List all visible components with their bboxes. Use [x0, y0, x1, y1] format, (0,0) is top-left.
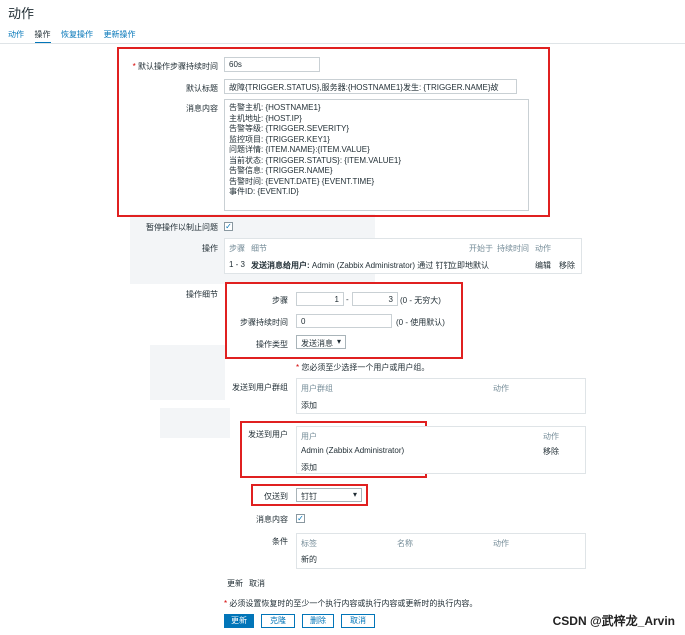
step-duration-hint: (0 - 使用默认) — [396, 318, 445, 327]
tab-action[interactable]: 动作 — [8, 29, 24, 40]
tab-divider — [0, 43, 685, 44]
conditions-table: 标签 名称 动作 新的 — [296, 533, 586, 569]
tab-update-operations[interactable]: 更新操作 — [104, 29, 136, 40]
message-label: 消息内容 — [186, 104, 218, 113]
steps-dash: - — [346, 295, 349, 304]
must-select-note: * 您必须至少选择一个用户或用户组。 — [296, 363, 430, 372]
conditions-new-link[interactable]: 新的 — [301, 554, 317, 565]
clone-button[interactable]: 克隆 — [261, 614, 295, 628]
conditions-header-name: 名称 — [397, 539, 413, 548]
users-add-link[interactable]: 添加 — [301, 462, 317, 473]
op-header-start: 开始于 — [469, 244, 493, 253]
steps-to-input[interactable]: 3 — [352, 292, 398, 306]
tab-bar: 动作 操作 恢复操作 更新操作 — [8, 29, 144, 44]
op-details-label: 操作细节 — [186, 290, 218, 299]
duration-label: * 默认操作步骤持续时间 — [132, 62, 218, 71]
delete-button[interactable]: 删除 — [302, 614, 334, 628]
tab-operations[interactable]: 操作 — [34, 29, 51, 44]
pause-checkbox[interactable]: ✓ — [224, 222, 233, 231]
watermark: CSDN @武梓龙_Arvin — [552, 614, 675, 628]
op-remove-link[interactable]: 移除 — [559, 260, 575, 271]
user-groups-header: 用户群组 — [301, 384, 333, 393]
message-textarea[interactable]: 告警主机: {HOSTNAME1} 主机地址: {HOST.IP} 告警等级: … — [224, 99, 529, 211]
op-type-select[interactable]: 发送消息 ▾ — [296, 335, 346, 349]
update-button[interactable]: 更新 — [224, 614, 254, 628]
op-header-steps: 步骤 — [229, 244, 245, 253]
op-edit-link[interactable]: 编辑 — [535, 260, 551, 271]
users-remove-link[interactable]: 移除 — [543, 446, 559, 457]
user-groups-action-header: 动作 — [493, 384, 509, 393]
subject-input[interactable]: 故障{TRIGGER.STATUS},服务器:{HOSTNAME1}发生: {T… — [224, 79, 517, 94]
steps-hint: (0 - 无穷大) — [400, 296, 441, 305]
users-action-header: 动作 — [543, 432, 559, 441]
users-header: 用户 — [301, 432, 317, 441]
operations-table: 步骤 细节 开始于 持续时间 动作 1 - 3 发送消息给用户: Admin (… — [224, 238, 582, 274]
subject-label: 默认标题 — [186, 84, 218, 93]
message-line: 告警信息: {TRIGGER.NAME} — [229, 166, 333, 175]
inline-update-link[interactable]: 更新 — [227, 578, 243, 589]
default-message-checkbox[interactable]: ✓ — [296, 514, 305, 523]
op-row-steps: 1 - 3 — [229, 260, 246, 269]
message-line: 问题详情: {ITEM.NAME}:{ITEM.VALUE} — [229, 145, 370, 154]
pause-label: 暂停操作以制止问题 — [146, 223, 218, 232]
send-only-label: 仅送到 — [264, 492, 288, 501]
message-line: 监控项目: {TRIGGER.KEY1} — [229, 134, 330, 144]
inline-cancel-link[interactable]: 取消 — [249, 578, 265, 589]
op-row-duration: 默认 — [473, 261, 489, 270]
message-line: 事件ID: {EVENT.ID} — [229, 187, 299, 196]
conditions-label: 条件 — [272, 537, 288, 546]
message-line: 主机地址: {HOST.IP} — [229, 113, 302, 123]
chevron-down-icon: ▾ — [336, 337, 341, 346]
users-label: 发送到用户 — [248, 430, 288, 439]
message-line: 告警时间: {EVENT.DATE} {EVENT.TIME} — [229, 176, 375, 186]
send-only-select[interactable]: 钉钉 ▾ — [296, 488, 362, 502]
message-line: 告警等级: {TRIGGER.SEVERITY} — [229, 124, 350, 133]
step-duration-label: 步骤持续时间 — [240, 318, 288, 327]
user-groups-add-link[interactable]: 添加 — [301, 400, 317, 411]
steps-label: 步骤 — [272, 296, 288, 305]
users-row-admin: Admin (Zabbix Administrator) — [301, 446, 405, 455]
message-line: 告警主机: {HOSTNAME1} — [229, 103, 321, 112]
steps-from-input[interactable]: 1 — [296, 292, 344, 306]
conditions-header-tag: 标签 — [301, 539, 317, 548]
users-table: 用户 动作 Admin (Zabbix Administrator) 移除 添加 — [296, 426, 586, 474]
page-title: 动作 — [8, 6, 35, 21]
tab-recovery-operations[interactable]: 恢复操作 — [61, 29, 93, 40]
ghost-overlay — [160, 408, 230, 438]
op-header-detail: 细节 — [251, 244, 267, 253]
op-header-duration: 持续时间 — [497, 244, 529, 253]
user-groups-table: 用户群组 动作 添加 — [296, 378, 586, 414]
op-row-start: 立即地 — [449, 261, 473, 270]
bottom-required-note: * 必须设置恢复时的至少一个执行内容或执行内容或更新时的执行内容。 — [224, 599, 478, 608]
step-duration-input[interactable]: 0 — [296, 314, 392, 328]
op-type-label: 操作类型 — [256, 340, 288, 349]
cancel-button[interactable]: 取消 — [341, 614, 375, 628]
op-header-action: 动作 — [535, 244, 551, 253]
operations-label: 操作 — [202, 244, 218, 253]
duration-input[interactable]: 60s — [224, 57, 320, 72]
message-line: 当前状态: {TRIGGER.STATUS}: {ITEM.VALUE1} — [229, 155, 402, 165]
chevron-down-icon: ▾ — [352, 490, 357, 499]
op-row-detail: 发送消息给用户: Admin (Zabbix Administrator) 通过… — [251, 261, 452, 270]
conditions-header-action: 动作 — [493, 539, 509, 548]
default-message-label: 消息内容 — [256, 515, 288, 524]
user-groups-label: 发送到用户群组 — [232, 383, 288, 392]
